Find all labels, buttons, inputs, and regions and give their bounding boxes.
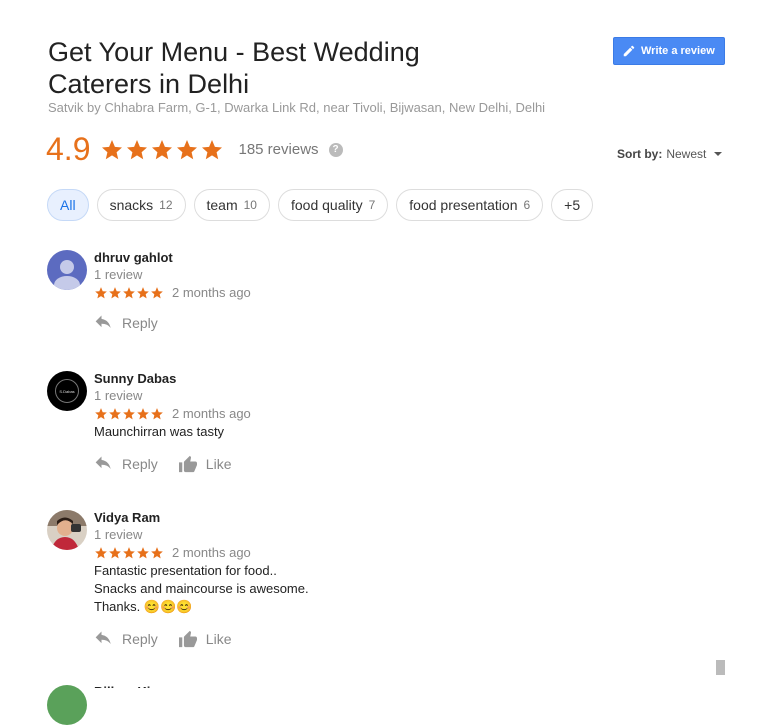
thumbs-up-icon (178, 630, 197, 648)
avatar[interactable] (47, 685, 87, 725)
star-icon (109, 546, 121, 558)
sort-label: Sort by: (617, 147, 663, 161)
star-icon (137, 407, 149, 419)
reviewer-name[interactable]: dhruv gahlot (94, 250, 694, 266)
chip-food-quality[interactable]: food quality 7 (277, 189, 389, 221)
help-icon[interactable]: ? (328, 142, 343, 157)
avatar-text: S.Dabas (59, 388, 75, 394)
chip-count: 7 (368, 198, 376, 212)
star-icon (123, 286, 135, 298)
chip-label: snacks (109, 197, 154, 213)
like-label: Like (205, 631, 232, 647)
place-address: Satvik by Chhabra Farm, G-1, Dwarka Link… (48, 100, 546, 115)
reviewer-name[interactable]: Bilhan Ki (94, 684, 174, 688)
review-text-line: Snacks and maincourse is awesome. (94, 581, 309, 596)
write-review-button[interactable]: Write a review (613, 37, 725, 65)
reviewer-meta: 1 review (94, 527, 143, 542)
chip-all[interactable]: All (47, 189, 89, 221)
reviewer-name[interactable]: Sunny Dabas (94, 371, 694, 387)
star-icon (95, 407, 107, 419)
avatar-logo: S.Dabas (55, 379, 79, 403)
star-icon (102, 139, 123, 159)
default-avatar-icon (47, 250, 87, 290)
review-stars (94, 286, 164, 300)
star-icon (123, 546, 135, 558)
star-icon (137, 286, 149, 298)
write-review-label: Write a review (641, 45, 715, 57)
star-icon (202, 139, 223, 159)
like-button[interactable]: Like (178, 455, 232, 473)
thumbs-up-icon (178, 455, 197, 473)
reply-icon (95, 631, 111, 644)
reply-button[interactable]: Reply (94, 455, 158, 473)
rating-summary: 4.9 185 reviews ? (46, 131, 343, 168)
caret-down-icon (714, 152, 723, 156)
reply-label: Reply (122, 631, 158, 647)
chip-team[interactable]: team 10 (193, 189, 270, 221)
like-button[interactable]: Like (178, 630, 232, 648)
chip-count: 10 (243, 198, 257, 212)
review-text: Maunchirran was tasty (94, 424, 225, 439)
place-title: Get Your Menu - Best Wedding Caterers in… (48, 37, 420, 99)
review-text-line: Thanks. 😊😊😊 (94, 599, 193, 614)
review-text: Fantastic presentation for food.. Snacks… (94, 562, 694, 616)
review-time: 2 months ago (172, 545, 251, 560)
like-label: Like (205, 456, 232, 472)
reply-icon (95, 456, 111, 469)
chip-label: food quality (290, 197, 363, 213)
profile-photo (47, 510, 87, 550)
star-icon (109, 407, 121, 419)
reply-icon (95, 315, 111, 328)
topic-chips: All snacks 12 team 10 food quality 7 food prese… (47, 189, 594, 221)
average-rating: 4.9 (46, 131, 91, 167)
reply-label: Reply (122, 456, 158, 472)
review-time: 2 months ago (172, 406, 251, 421)
star-icon (95, 286, 107, 298)
chip-food-presentation[interactable]: food presentation 6 (396, 189, 544, 221)
review-stars (94, 546, 164, 560)
rating-stars (100, 138, 224, 162)
reviewer-meta: 1 review (94, 267, 143, 282)
pencil-icon (623, 45, 635, 57)
star-icon (95, 546, 107, 558)
chip-label: team (206, 197, 238, 213)
star-icon (137, 546, 149, 558)
review-count[interactable]: 185 reviews (238, 141, 318, 158)
sort-value: Newest (666, 147, 707, 161)
star-icon (177, 139, 198, 159)
review-stars (94, 407, 164, 421)
chip-label: +5 (564, 197, 581, 213)
star-icon (152, 139, 173, 159)
avatar[interactable]: S.Dabas (47, 371, 87, 411)
star-icon (151, 286, 163, 298)
chip-count: 6 (523, 198, 531, 212)
chip-snacks[interactable]: snacks 12 (96, 189, 186, 221)
avatar[interactable] (47, 510, 87, 550)
scrollbar-thumb[interactable] (716, 660, 725, 675)
sort-dropdown[interactable]: Sort by: Newest (617, 147, 723, 161)
chip-count: 12 (159, 198, 173, 212)
star-icon (109, 286, 121, 298)
star-icon (151, 546, 163, 558)
chip-label: food presentation (409, 197, 518, 213)
review-text-line: Fantastic presentation for food.. (94, 563, 277, 578)
reply-button[interactable]: Reply (94, 314, 158, 332)
reviewer-name[interactable]: Vidya Ram (94, 510, 694, 526)
chip-label: All (60, 197, 76, 213)
star-icon (127, 139, 148, 159)
star-icon (123, 407, 135, 419)
review-time: 2 months ago (172, 285, 251, 300)
reply-label: Reply (122, 315, 158, 331)
chip-5[interactable]: +5 (551, 189, 594, 221)
reviewer-meta: 1 review (94, 388, 143, 403)
reply-button[interactable]: Reply (94, 630, 158, 648)
star-icon (151, 407, 163, 419)
avatar[interactable] (47, 250, 87, 290)
